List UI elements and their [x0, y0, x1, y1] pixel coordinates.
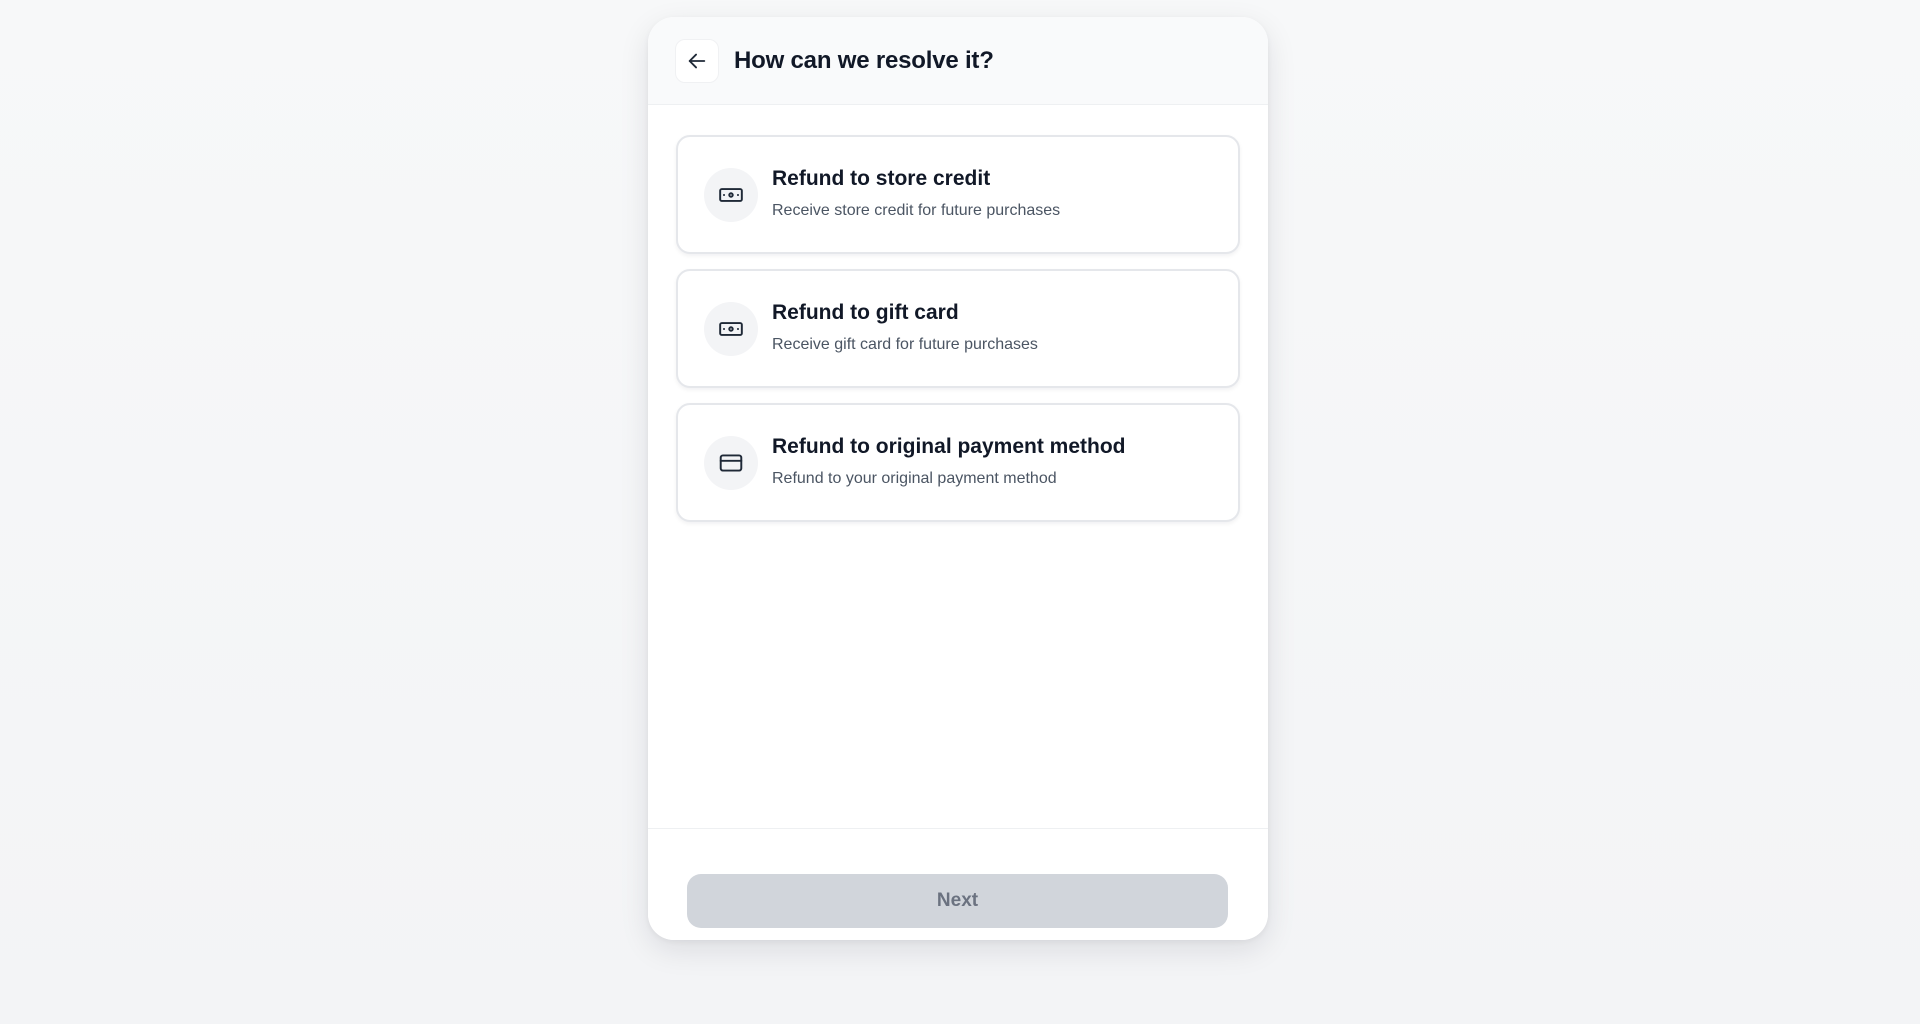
- option-gift-card[interactable]: Refund to gift card Receive gift card fo…: [676, 269, 1240, 388]
- option-title: Refund to gift card: [772, 301, 959, 324]
- option-store-credit[interactable]: Refund to store credit Receive store cre…: [676, 135, 1240, 254]
- dialog-footer: Next: [648, 828, 1268, 940]
- resolution-dialog: How can we resolve it? Refund to store c…: [648, 17, 1268, 940]
- option-icon-container: [704, 302, 758, 356]
- option-description: Receive store credit for future purchase…: [772, 202, 1061, 219]
- banknote-icon: [718, 182, 744, 208]
- option-title: Refund to store credit: [772, 167, 991, 190]
- back-button[interactable]: [675, 38, 719, 83]
- option-description: Refund to your original payment method: [772, 470, 1057, 487]
- page-background: How can we resolve it? Refund to store c…: [0, 0, 1920, 1024]
- dialog-header: How can we resolve it?: [648, 17, 1268, 105]
- option-icon-container: [704, 436, 758, 490]
- page-title: How can we resolve it?: [734, 46, 994, 74]
- resolution-options-list: Refund to store credit Receive store cre…: [676, 135, 1240, 537]
- banknote-icon: [718, 316, 744, 342]
- option-original-payment[interactable]: Refund to original payment method Refund…: [676, 403, 1240, 522]
- arrow-left-icon: [686, 50, 708, 72]
- next-button[interactable]: Next: [687, 874, 1228, 928]
- credit-card-icon: [718, 450, 744, 476]
- option-icon-container: [704, 168, 758, 222]
- option-description: Receive gift card for future purchases: [772, 336, 1038, 353]
- option-title: Refund to original payment method: [772, 435, 1126, 458]
